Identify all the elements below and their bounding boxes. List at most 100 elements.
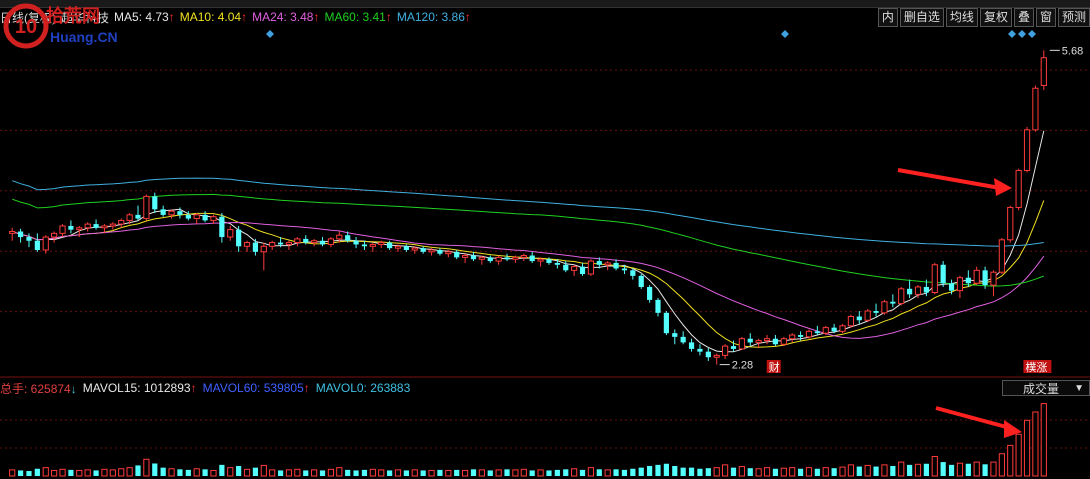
volume-bar-up xyxy=(260,464,267,477)
volume-bar-up xyxy=(931,456,938,477)
volume-bar-down xyxy=(345,469,351,476)
volume-bar-up xyxy=(327,468,335,477)
volume-bar-down xyxy=(135,465,141,476)
volume-bar-up xyxy=(495,469,502,477)
volume-bar-up xyxy=(881,464,888,477)
annotation-arrow-volume xyxy=(935,406,1011,430)
volume-bar-down xyxy=(353,470,359,476)
volume-bar-up xyxy=(973,461,980,477)
candle-body-down xyxy=(680,336,686,343)
candle-body-up xyxy=(898,288,905,305)
kline-chart[interactable]: 5.68 2.28 财 樸涨 xyxy=(0,0,1090,479)
candle-body-down xyxy=(529,255,535,262)
volume-bar-up xyxy=(1040,403,1047,477)
candle-body-up xyxy=(327,238,335,245)
volume-bar-down xyxy=(277,470,284,476)
candle-body-up xyxy=(126,214,133,221)
candle-body-up xyxy=(285,242,293,245)
volume-bar-up xyxy=(118,468,125,477)
candlesticks xyxy=(9,50,1047,365)
volume-bar-down xyxy=(982,464,988,476)
candle-body-up xyxy=(59,225,66,234)
candle-body-up xyxy=(1040,57,1047,86)
volume-bar-up xyxy=(369,468,376,477)
volume-bar-up xyxy=(738,466,745,477)
candle-body-down xyxy=(747,338,753,343)
candle-body-down xyxy=(772,338,779,345)
candle-body-up xyxy=(990,271,997,286)
volume-bar-up xyxy=(336,467,343,477)
volume-bar-up xyxy=(1015,433,1022,477)
volume-bar-down xyxy=(563,469,569,476)
volume-bar-down xyxy=(34,468,40,476)
volume-bar-up xyxy=(763,467,771,477)
volume-bar-up xyxy=(914,463,922,477)
candle-body-up xyxy=(780,338,787,345)
finance-tag-label: 财 xyxy=(769,360,780,374)
candle-body-up xyxy=(931,264,938,294)
volume-bar-up xyxy=(571,468,578,477)
volume-bar-down xyxy=(93,470,99,476)
candle-body-down xyxy=(697,348,703,352)
volume-bar-up xyxy=(780,467,787,477)
volume-bar-down xyxy=(403,470,409,476)
candle-body-down xyxy=(856,316,862,321)
volume-bar-up xyxy=(864,464,871,477)
volume-bar-up xyxy=(604,469,611,477)
volume-bar-up xyxy=(537,469,544,477)
volume-bar-down xyxy=(688,467,695,476)
candle-body-down xyxy=(554,262,560,265)
candle-body-down xyxy=(730,346,737,349)
candle-body-down xyxy=(387,242,393,249)
candle-body-down xyxy=(403,246,409,250)
candle-body-down xyxy=(504,257,510,260)
volume-bar-down xyxy=(160,467,166,476)
indicator-select[interactable]: 成交量 ▼ xyxy=(1002,380,1090,396)
volume-bar-up xyxy=(394,469,402,477)
volume-bar-down xyxy=(705,468,711,476)
candle-body-up xyxy=(495,256,502,262)
ma-line-ma60 xyxy=(12,193,1044,287)
volume-bar-down xyxy=(387,470,393,476)
volume-bar-down xyxy=(17,470,24,476)
volume-bar-down xyxy=(202,469,208,476)
candle-body-up xyxy=(260,245,267,253)
volume-bar-up xyxy=(411,469,418,477)
candle-body-down xyxy=(319,240,326,245)
candle-body-up xyxy=(311,240,318,244)
candle-body-up xyxy=(1007,206,1014,241)
candle-body-up xyxy=(864,310,871,321)
candle-body-down xyxy=(252,242,259,252)
volume-bar-up xyxy=(1032,411,1039,477)
volume-bar-up xyxy=(210,469,217,477)
candle-body-up xyxy=(76,227,83,231)
candle-body-down xyxy=(160,209,166,215)
volume-bar-down xyxy=(529,470,535,476)
svg-text:10: 10 xyxy=(15,16,37,38)
volume-bar-up xyxy=(311,469,318,477)
candle-body-down xyxy=(68,225,74,230)
volume-bar-up xyxy=(168,468,175,477)
volume-bar-down xyxy=(831,468,837,476)
candle-body-up xyxy=(143,195,150,220)
volume-bar-up xyxy=(839,466,846,477)
volume-bar-up xyxy=(990,461,997,477)
volume-bar-up xyxy=(587,467,595,477)
mavol60-label: MAVOL60: 539805↑ xyxy=(202,381,310,395)
info-diamond-icon xyxy=(1028,30,1036,38)
volume-bar-down xyxy=(647,465,653,476)
candle-body-up xyxy=(571,266,578,271)
candle-body-down xyxy=(814,331,820,334)
logo-brand: 拾荒网 xyxy=(46,5,100,26)
candle-body-down xyxy=(831,327,837,332)
volume-bar-down xyxy=(236,465,242,476)
volume-bar-down xyxy=(252,467,259,476)
candle-body-up xyxy=(604,262,611,266)
volume-bar-up xyxy=(9,469,16,477)
volume-bar-down xyxy=(873,466,879,476)
candle-body-down xyxy=(470,255,477,260)
mavol0-label: MAVOL0: 263883 xyxy=(315,381,411,395)
candle-body-down xyxy=(630,270,636,276)
volume-bar-up xyxy=(898,461,905,477)
candle-body-up xyxy=(587,260,595,275)
